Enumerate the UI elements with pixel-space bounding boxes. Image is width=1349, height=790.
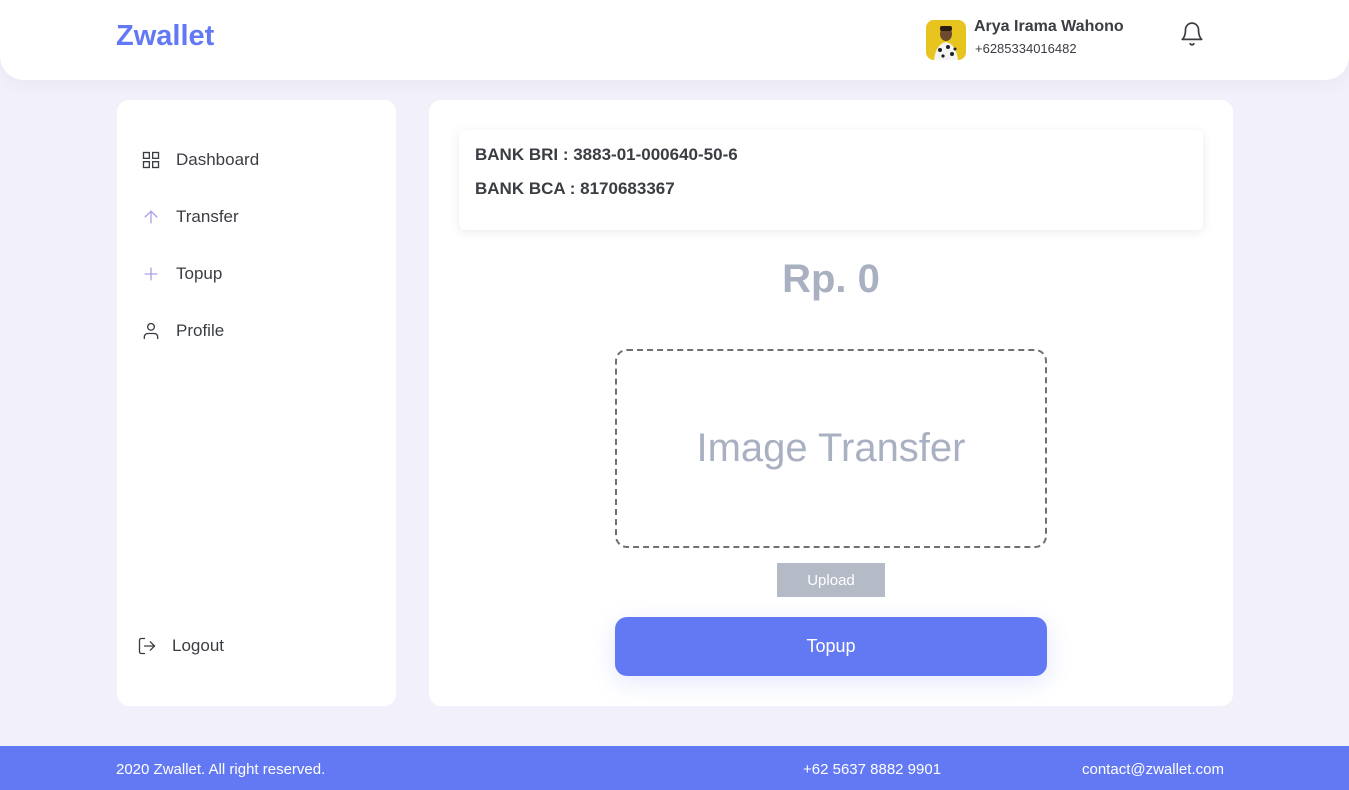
- sidebar-item-topup[interactable]: Topup: [141, 260, 222, 288]
- plus-icon: [144, 267, 158, 281]
- footer-email[interactable]: contact@zwallet.com: [1082, 761, 1224, 778]
- sidebar-item-dashboard[interactable]: Dashboard: [141, 146, 259, 174]
- user-photo-icon: [926, 20, 966, 60]
- user-icon: [143, 322, 159, 340]
- avatar[interactable]: [926, 20, 966, 60]
- bank-bri: BANK BRI : 3883-01-000640-50-6: [475, 145, 738, 164]
- logout-icon: [138, 637, 156, 655]
- user-name: Arya Irama Wahono: [974, 18, 1124, 35]
- image-drop-zone[interactable]: Image Transfer: [615, 349, 1047, 548]
- top-header: Zwallet Arya Irama Wahono +6285334016482: [0, 0, 1349, 80]
- upload-button[interactable]: Upload: [777, 563, 885, 597]
- footer-phone: +62 5637 8882 9901: [803, 761, 942, 778]
- app-logo[interactable]: Zwallet: [116, 20, 214, 53]
- sidebar-item-label: Profile: [176, 321, 225, 340]
- logout-label: Logout: [172, 636, 224, 655]
- footer: 2020 Zwallet. All right reserved. +62 56…: [0, 746, 1349, 790]
- logout-button[interactable]: Logout: [137, 632, 224, 660]
- sidebar-item-label: Dashboard: [176, 150, 260, 169]
- image-placeholder: Image Transfer: [696, 426, 966, 470]
- topup-amount: Rp. 0: [782, 257, 880, 301]
- sidebar-item-label: Transfer: [176, 207, 239, 226]
- bell-icon[interactable]: [1179, 21, 1205, 47]
- sidebar: Dashboard Transfer Topup Profile Logout: [117, 100, 396, 706]
- sidebar-item-label: Topup: [176, 264, 223, 283]
- sidebar-item-transfer[interactable]: Transfer: [141, 203, 239, 231]
- bank-bca: BANK BCA : 8170683367: [475, 179, 675, 198]
- topup-button[interactable]: Topup: [615, 617, 1047, 676]
- arrow-up-icon: [144, 210, 158, 224]
- sidebar-item-profile[interactable]: Profile: [141, 317, 224, 345]
- topup-panel: BANK BRI : 3883-01-000640-50-6 BANK BCA …: [429, 100, 1233, 706]
- footer-copyright: 2020 Zwallet. All right reserved.: [116, 761, 326, 778]
- bank-info-card: BANK BRI : 3883-01-000640-50-6 BANK BCA …: [459, 130, 1203, 230]
- user-phone: +6285334016482: [975, 41, 1077, 56]
- grid-icon: [142, 151, 160, 169]
